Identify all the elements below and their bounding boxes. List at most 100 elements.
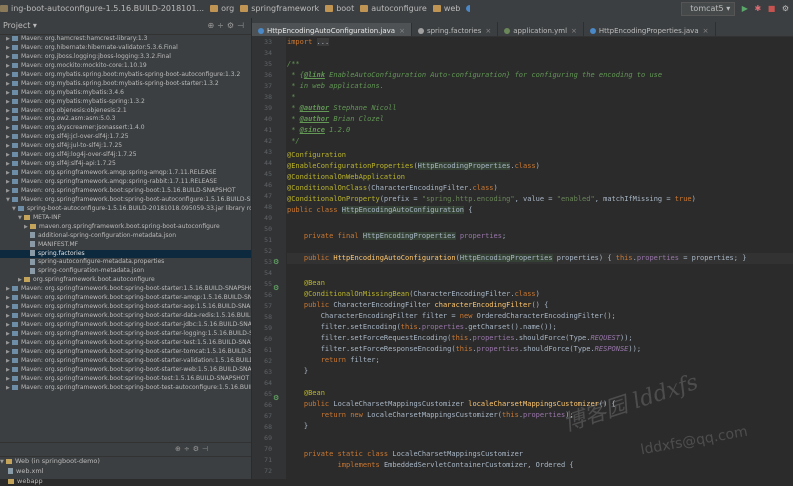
breadcrumb-item[interactable]: HttpEncodingAutoConfiguration xyxy=(466,0,470,18)
tree-item[interactable]: MANIFEST.MF xyxy=(0,241,251,250)
breadcrumb-item[interactable]: org xyxy=(210,0,234,18)
build-icon[interactable]: ⚙ xyxy=(782,2,789,16)
tree-item[interactable]: ▶ Maven: org.springframework.boot:spring-… xyxy=(0,375,251,384)
breadcrumb-item[interactable]: web xyxy=(432,0,460,18)
tree-item[interactable]: ▶ Maven: org.springframework.boot:spring-… xyxy=(0,321,251,330)
tree-item[interactable]: ▶ Maven: org.slf4j:log4j-over-slf4j:1.7.2… xyxy=(0,151,251,160)
tree-item[interactable]: ▶ Maven: org.mockito:mockito-core:1.10.19 xyxy=(0,62,251,71)
panel-tools: ⊕÷⚙⊣ xyxy=(207,18,247,34)
tree-item[interactable]: ▶ Maven: org.mybatis:mybatis-spring:1.3.2 xyxy=(0,98,251,107)
tree-item[interactable]: ▶ Maven: org.springframework.boot:spring-… xyxy=(0,303,251,312)
gear-icon[interactable]: ⚙ xyxy=(193,445,202,453)
breadcrumb: ing-boot-autoconfigure-1.5.16.BUILD-2018… xyxy=(0,0,470,18)
bean-gutter-icon[interactable]: ⚙ xyxy=(273,284,279,292)
line-number: 43 xyxy=(264,148,272,156)
tree-item[interactable]: spring-autoconfigure-metadata.properties xyxy=(0,258,251,267)
line-number: 35 xyxy=(264,60,272,68)
tree-item[interactable]: ▶ Maven: org.springframework.boot:spring-… xyxy=(0,357,251,366)
sync-icon[interactable]: ⊕ xyxy=(175,445,184,453)
tree-item[interactable]: ▶ Maven: org.springframework.boot:spring-… xyxy=(0,187,251,196)
tree-item[interactable]: ▶ Maven: org.springframework.boot:spring-… xyxy=(0,294,251,303)
collapse-icon[interactable]: ÷ xyxy=(217,21,227,30)
tree-item[interactable]: ▶ Maven: org.mybatis:mybatis:3.4.6 xyxy=(0,89,251,98)
library-icon xyxy=(12,187,18,193)
line-number: 67 xyxy=(264,412,272,420)
tree-item[interactable]: ▶ Maven: org.hamcrest:hamcrest-library:1.… xyxy=(0,35,251,44)
tree-item[interactable]: ▶ Maven: org.springframework.amqp:spring-… xyxy=(0,178,251,187)
bean-gutter-icon[interactable]: ⚙ xyxy=(273,258,279,266)
bean-gutter-icon[interactable]: ⚙ xyxy=(273,394,279,402)
breadcrumb-item[interactable]: autoconfigure xyxy=(360,0,427,18)
tree-item[interactable]: ▶ Maven: org.slf4j:jul-to-slf4j:1.7.25 xyxy=(0,142,251,151)
breadcrumb-item[interactable]: boot xyxy=(325,0,354,18)
tree-item[interactable]: spring.factories xyxy=(0,249,251,259)
tree-item[interactable]: ▶ Maven: org.springframework.boot:spring-… xyxy=(0,339,251,348)
tree-item[interactable]: spring-configuration-metadata.json xyxy=(0,267,251,276)
tree-item[interactable]: ▶ org.springframework.boot.autoconfigure xyxy=(0,276,251,285)
tree-item[interactable]: ▶ Maven: org.springframework.boot:spring-… xyxy=(0,384,251,393)
webapp-label: webapp xyxy=(17,477,43,485)
collapse-icon[interactable]: ÷ xyxy=(184,445,193,453)
tree-item[interactable]: ▶ Maven: org.springframework.boot:spring-… xyxy=(0,285,251,294)
tree-item[interactable]: ▶ Maven: org.mybatis.spring.boot:mybatis-… xyxy=(0,71,251,80)
sync-icon[interactable]: ⊕ xyxy=(207,21,217,30)
web-module-item[interactable]: ▼ Web (in springboot-demo) xyxy=(0,456,251,466)
code-line: @EnableConfigurationProperties(HttpEncod… xyxy=(287,162,540,170)
tree-item[interactable]: ▼ Maven: org.springframework.boot:spring-… xyxy=(0,196,251,205)
run-config-label: tomcat5 xyxy=(690,4,724,13)
breadcrumb-label: ing-boot-autoconfigure-1.5.16.BUILD-2018… xyxy=(11,4,205,13)
line-number: 46 xyxy=(264,181,272,189)
web-xml-item[interactable]: web.xml xyxy=(0,466,251,476)
breadcrumb-item[interactable]: ing-boot-autoconfigure-1.5.16.BUILD-2018… xyxy=(0,0,204,18)
tree-item[interactable]: ▶ Maven: org.ow2.asm:asm:5.0.3 xyxy=(0,115,251,124)
hide-icon[interactable]: ⊣ xyxy=(202,445,211,453)
editor-tab[interactable]: HttpEncodingAutoConfiguration.java × xyxy=(252,23,412,36)
close-icon[interactable]: × xyxy=(571,27,577,35)
tree-item[interactable]: ▶ Maven: org.slf4j:jcl-over-slf4j:1.7.25 xyxy=(0,133,251,142)
tree-item-label: Maven: org.springframework.boot:spring-b… xyxy=(21,329,251,337)
code-line: * @since 1.2.0 xyxy=(287,126,351,134)
tree-item[interactable]: ▶ Maven: org.springframework.boot:spring-… xyxy=(0,330,251,339)
tree-item[interactable]: ▶ maven.org.springframework.boot.spring-b… xyxy=(0,223,251,232)
code-editor[interactable]: import ... /** * {@link EnableAutoConfig… xyxy=(287,36,793,479)
library-icon xyxy=(12,313,18,319)
tree-item[interactable]: ▶ Maven: org.objenesis:objenesis:2.1 xyxy=(0,107,251,116)
line-number: 65 xyxy=(264,390,272,398)
run-icon[interactable]: ▶ xyxy=(742,2,748,16)
editor-tab[interactable]: spring.factories × xyxy=(412,22,499,36)
line-number: 55 xyxy=(264,280,272,288)
tree-item[interactable]: ▶ Maven: org.springframework.boot:spring-… xyxy=(0,348,251,357)
tree-item[interactable]: ▼ spring-boot-autoconfigure-1.5.16.BUILD-… xyxy=(0,205,251,214)
gear-icon[interactable]: ⚙ xyxy=(227,21,237,30)
tree-item[interactable]: ▶ Maven: org.springframework.amqp:spring-… xyxy=(0,169,251,178)
tree-item[interactable]: ▶ Maven: org.skyscreamer:jsonassert:1.4.0 xyxy=(0,124,251,133)
tree-item[interactable]: ▶ Maven: org.jboss.logging:jboss-logging:… xyxy=(0,53,251,62)
editor-tab-label: HttpEncodingAutoConfiguration.java xyxy=(267,27,396,35)
stop-icon[interactable]: ■ xyxy=(768,2,776,16)
webapp-item[interactable]: webapp xyxy=(0,476,251,486)
editor-tab[interactable]: HttpEncodingProperties.java × xyxy=(584,22,716,36)
close-icon[interactable]: × xyxy=(399,27,405,35)
tree-item-label: Maven: org.springframework.boot:spring-b… xyxy=(21,356,251,364)
breadcrumb-item[interactable]: springframework xyxy=(240,0,319,18)
line-number: 66 xyxy=(264,401,272,409)
code-line: @Bean xyxy=(303,389,325,397)
close-icon[interactable]: × xyxy=(703,27,709,35)
run-config-selector[interactable]: tomcat5 ▾ xyxy=(681,2,736,16)
line-number: 58 xyxy=(264,313,272,321)
tree-item[interactable]: ▶ Maven: org.hibernate:hibernate-validato… xyxy=(0,44,251,53)
close-icon[interactable]: × xyxy=(485,27,491,35)
tree-item[interactable]: ▼ META-INF xyxy=(0,214,251,223)
tree-item[interactable]: ▶ Maven: org.springframework.boot:spring-… xyxy=(0,312,251,321)
tree-item[interactable]: additional-spring-configuration-metadata… xyxy=(0,232,251,241)
tree-item[interactable]: ▶ Maven: org.slf4j:slf4j-api:1.7.25 xyxy=(0,160,251,169)
editor-tab[interactable]: application.yml × xyxy=(498,22,584,36)
tree-item[interactable]: ▶ Maven: org.springframework.boot:spring-… xyxy=(0,366,251,375)
line-number: 52 xyxy=(264,247,272,255)
debug-icon[interactable]: ✱ xyxy=(754,2,761,16)
tree-item[interactable]: ▶ Maven: org.mybatis.spring.boot:mybatis-… xyxy=(0,80,251,89)
hide-icon[interactable]: ⊣ xyxy=(237,21,247,30)
library-icon xyxy=(12,339,18,345)
line-number: 45 xyxy=(264,170,272,178)
file-icon xyxy=(30,241,35,248)
